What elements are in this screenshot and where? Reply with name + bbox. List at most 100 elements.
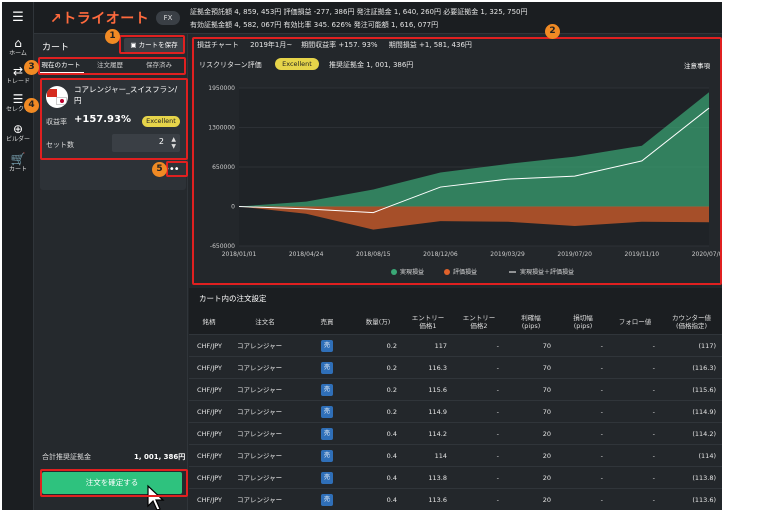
table-cell: -: [496, 430, 499, 438]
table-cell: 114.9: [428, 408, 447, 416]
table-cell: -: [496, 474, 499, 482]
table-cell: (116.3): [692, 364, 716, 372]
table-cell: -: [652, 408, 655, 416]
table-cell: 70: [542, 408, 551, 416]
table-cell: (114): [698, 452, 716, 460]
column-header: 数量(万): [365, 318, 391, 326]
nav-cart-label: カート: [8, 166, 27, 173]
table-cell: 70: [542, 364, 551, 372]
table-cell: コアレンジャー: [237, 342, 283, 350]
table-row[interactable]: CHF/JPY コアレンジャー 売 0.2 117 - 70 - - (117): [189, 334, 722, 356]
table-row[interactable]: CHF/JPY コアレンジャー 売 0.2 114.9 - 70 - - (114.9): [189, 400, 722, 422]
table-cell: コアレンジャー: [237, 496, 283, 504]
sell-badge: 売: [321, 406, 333, 418]
logo-mark-icon: ↗: [50, 11, 63, 27]
mode-badge[interactable]: FX: [156, 11, 180, 25]
table-cell: CHF/JPY: [197, 386, 223, 394]
home-icon: ⌂: [14, 36, 22, 50]
table-row[interactable]: CHF/JPY コアレンジャー 売 0.4 113.6 - 20 - - (113.6): [189, 488, 722, 510]
annotation-box-1: [119, 35, 185, 54]
table-cell: -: [600, 430, 603, 438]
logo-text: トライオート: [62, 11, 150, 27]
table-cell: (113.6): [692, 496, 716, 504]
table-cell: コアレンジャー: [237, 408, 283, 416]
table-cell: 0.2: [386, 408, 397, 416]
table-cell: -: [600, 408, 603, 416]
table-cell: (114.9): [692, 408, 716, 416]
table-cell: -: [652, 430, 655, 438]
annotation-box-confirm: [40, 469, 188, 497]
annotation-marker-3: 3: [24, 60, 39, 75]
table-cell: (115.6): [692, 386, 716, 394]
table-cell: CHF/JPY: [197, 474, 223, 482]
nav-builder-label: ビルダー: [5, 136, 30, 143]
table-cell: 114: [434, 452, 447, 460]
order-table-header: 銘柄 注文名 売買 数量(万) エントリー 価格1 エントリー 価格2 利確幅 (pips) 損切幅…: [189, 310, 722, 334]
table-cell: 114.2: [428, 430, 447, 438]
table-row[interactable]: CHF/JPY コアレンジャー 売 0.4 114.2 - 20 - - (114.2): [189, 422, 722, 444]
cart-icon: 🛒: [10, 152, 26, 166]
sell-badge: 売: [321, 428, 333, 440]
table-cell: CHF/JPY: [197, 364, 223, 372]
nav-builder[interactable]: ⊕ ビルダー: [2, 122, 34, 144]
nav-home[interactable]: ⌂ ホーム: [2, 36, 34, 58]
table-cell: 0.2: [386, 386, 397, 394]
cart-title: カート: [42, 43, 70, 53]
table-cell: 0.2: [386, 364, 397, 372]
column-header: フォロー値: [618, 318, 652, 326]
account-summary-row1: 証拠金預託額 4, 859, 453円 評価損益 -277, 386円 発注証拠…: [190, 8, 528, 16]
annotation-marker-2: 2: [545, 24, 560, 39]
table-cell: -: [496, 364, 499, 372]
table-cell: -: [600, 474, 603, 482]
table-row[interactable]: CHF/JPY コアレンジャー 売 0.2 115.6 - 70 - - (115.6): [189, 378, 722, 400]
table-cell: -: [652, 452, 655, 460]
table-cell: -: [600, 496, 603, 504]
table-cell: (114.2): [692, 430, 716, 438]
table-cell: -: [496, 386, 499, 394]
builder-icon: ⊕: [12, 122, 24, 136]
column-header: 利確幅 (pips): [521, 314, 541, 330]
table-cell: 0.4: [386, 474, 397, 482]
table-cell: 20: [542, 430, 551, 438]
sell-badge: 売: [321, 384, 333, 396]
table-cell: -: [496, 452, 499, 460]
table-cell: コアレンジャー: [237, 386, 283, 394]
table-cell: 113.6: [428, 496, 447, 504]
hamburger-icon[interactable]: ☰: [2, 10, 34, 25]
column-header: 損切幅 (pips): [573, 314, 593, 330]
table-cell: 70: [542, 342, 551, 350]
table-cell: (117): [698, 342, 716, 350]
table-cell: -: [600, 386, 603, 394]
column-header: 売買: [320, 318, 334, 326]
total-margin-label: 合計推奨証拠金: [42, 453, 91, 461]
top-bar: ↗トライオート FX 証拠金預託額 4, 859, 453円 評価損益 -277…: [34, 2, 722, 34]
column-header: 注文名: [255, 318, 275, 326]
nav-trade-label: トレード: [5, 78, 30, 85]
table-cell: 113.8: [428, 474, 447, 482]
table-cell: 117: [434, 342, 447, 350]
table-cell: 0.4: [386, 496, 397, 504]
table-row[interactable]: CHF/JPY コアレンジャー 売 0.2 116.3 - 70 - - (116.3): [189, 356, 722, 378]
annotation-marker-5: 5: [152, 162, 167, 177]
table-cell: -: [652, 474, 655, 482]
table-cell: 0.4: [386, 430, 397, 438]
table-cell: -: [652, 386, 655, 394]
table-row[interactable]: CHF/JPY コアレンジャー 売 0.4 114 - 20 - - (114): [189, 444, 722, 466]
table-cell: -: [496, 496, 499, 504]
nav-home-label: ホーム: [9, 50, 27, 57]
table-cell: -: [496, 342, 499, 350]
table-cell: -: [652, 364, 655, 372]
table-cell: 116.3: [428, 364, 447, 372]
annotation-marker-1: 1: [105, 29, 120, 44]
table-cell: 0.2: [386, 342, 397, 350]
table-cell: コアレンジャー: [237, 474, 283, 482]
table-cell: 70: [542, 386, 551, 394]
app-logo[interactable]: ↗トライオート: [50, 8, 149, 28]
table-cell: 20: [542, 452, 551, 460]
app-window: ☰ ⌂ ホーム ⇄ トレード ☰ セレクト ⊕ ビルダー 🛒 カート ↗トライオート FX…: [2, 2, 722, 510]
table-cell: -: [496, 408, 499, 416]
table-cell: -: [652, 496, 655, 504]
table-cell: 20: [542, 496, 551, 504]
table-row[interactable]: CHF/JPY コアレンジャー 売 0.4 113.8 - 20 - - (113.8): [189, 466, 722, 488]
nav-cart[interactable]: 🛒 カート: [2, 152, 34, 174]
